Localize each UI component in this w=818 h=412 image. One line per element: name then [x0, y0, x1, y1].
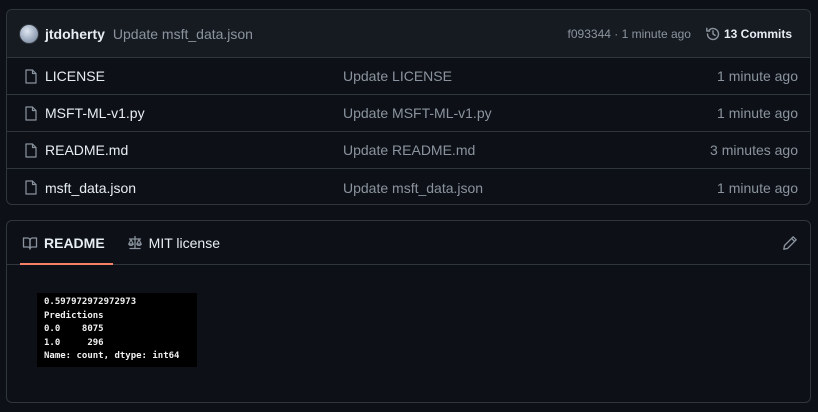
output-line: 0.597972972972973 — [44, 297, 137, 307]
latest-commit-bar: jtdoherty Update msft_data.json f093344 … — [7, 10, 810, 58]
file-commit-message[interactable]: Update msft_data.json — [343, 180, 483, 196]
commits-history-button[interactable]: 13 Commits — [705, 26, 792, 42]
file-name[interactable]: LICENSE — [45, 68, 105, 84]
file-name[interactable]: README.md — [45, 142, 128, 158]
file-icon — [25, 69, 37, 84]
file-age: 3 minutes ago — [710, 142, 798, 158]
file-icon — [25, 106, 37, 121]
file-age: 1 minute ago — [717, 105, 798, 121]
readme-output-image: 0.597972972972973 Predictions 0.0 8075 1… — [37, 293, 197, 367]
file-icon — [25, 180, 37, 195]
file-icon — [25, 143, 37, 158]
file-name[interactable]: msft_data.json — [45, 180, 136, 196]
tab-mit-license[interactable]: MIT license — [119, 221, 228, 264]
file-row-readme[interactable]: README.md Update README.md 3 minutes ago — [7, 132, 810, 169]
output-line: Predictions — [44, 310, 104, 321]
readme-tab-bar: README MIT license — [7, 221, 810, 265]
tab-readme[interactable]: README — [14, 221, 113, 265]
output-line: Name: count, dtype: int64 — [44, 351, 180, 361]
output-line: 0.0 8075 — [44, 324, 104, 334]
readme-panel: README MIT license 0.597972972972973 Pre… — [6, 220, 811, 403]
commits-count-label: 13 Commits — [723, 26, 792, 41]
file-browser: jtdoherty Update msft_data.json f093344 … — [6, 9, 811, 205]
file-age: 1 minute ago — [717, 179, 798, 196]
file-row-msft-data[interactable]: msft_data.json Update msft_data.json 1 m… — [7, 169, 810, 204]
tab-readme-label: README — [44, 234, 105, 251]
book-icon — [22, 236, 38, 250]
file-age: 1 minute ago — [717, 68, 798, 84]
commit-author[interactable]: jtdoherty — [45, 26, 105, 42]
file-commit-message[interactable]: Update LICENSE — [343, 68, 452, 84]
file-commit-message[interactable]: Update MSFT-ML-v1.py — [343, 105, 492, 121]
file-row-msft-ml-v1[interactable]: MSFT-ML-v1.py Update MSFT-ML-v1.py 1 min… — [7, 95, 810, 132]
output-line: 1.0 296 — [44, 337, 104, 348]
history-icon — [706, 27, 720, 40]
law-icon — [127, 235, 142, 249]
tab-license-label: MIT license — [148, 234, 220, 251]
file-commit-message[interactable]: Update README.md — [343, 142, 475, 158]
file-name[interactable]: MSFT-ML-v1.py — [45, 105, 145, 121]
commit-message[interactable]: Update msft_data.json — [113, 26, 253, 42]
file-row-license[interactable]: LICENSE Update LICENSE 1 minute ago — [7, 58, 810, 95]
commit-hash-and-time[interactable]: f093344 · 1 minute ago — [568, 27, 691, 41]
avatar[interactable] — [19, 23, 39, 44]
pencil-icon[interactable] — [782, 235, 798, 251]
